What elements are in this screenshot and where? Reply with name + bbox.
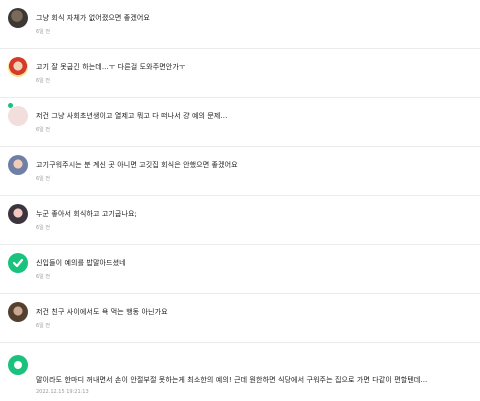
comment-text: 말이라도 한마디 꺼내면서 손이 안절부절 못하는게 최소한의 예의! 근데 뭔…: [36, 376, 428, 384]
comment-item[interactable]: 저건 그냥 사회초년생이고 열제고 뭐고 다 떠나서 걍 예의 문제... 6일…: [0, 98, 480, 147]
comment-item[interactable]: 말이라도 한마디 꺼내면서 손이 안절부절 못하는게 최소한의 예의! 근데 뭔…: [0, 343, 480, 401]
comment-time: 6일 전: [36, 323, 50, 329]
comment-text: 고기 잘 못굽긴 하는데...ㅜ 다른걸 도와주면안가ㅜ: [36, 63, 186, 71]
comment-text: 저건 그냥 사회초년생이고 열제고 뭐고 다 떠나서 걍 예의 문제...: [36, 112, 228, 120]
comment-time: 6일 전: [36, 29, 50, 35]
comment-item[interactable]: 고기 잘 못굽긴 하는데...ㅜ 다른걸 도와주면안가ㅜ 6일 전: [0, 49, 480, 98]
comment-item[interactable]: 그냥 회식 자체가 없어졌으면 좋겠어요 6일 전: [0, 0, 480, 49]
comment-time: 2022.12.15 19:21:13: [36, 389, 89, 395]
avatar[interactable]: [8, 204, 28, 224]
comment-time: 6일 전: [36, 176, 50, 182]
comment-list: 그냥 회식 자체가 없어졌으면 좋겠어요 6일 전 고기 잘 못굽긴 하는데..…: [0, 0, 480, 401]
comment-item[interactable]: 신입들이 예의를 밥말아드셨네 6일 전: [0, 245, 480, 294]
comment-text: 저건 친구 사이에서도 욕 먹는 행동 아닌가요: [36, 308, 168, 316]
comment-time: 6일 전: [36, 274, 50, 280]
avatar[interactable]: [8, 106, 28, 126]
avatar[interactable]: [8, 57, 28, 77]
default-profile-icon: [14, 361, 22, 369]
avatar[interactable]: [8, 253, 28, 273]
default-profile-icon: [12, 258, 24, 268]
avatar[interactable]: [8, 155, 28, 175]
comment-time: 6일 전: [36, 127, 50, 133]
avatar[interactable]: [8, 302, 28, 322]
comment-text: 누군 좋아서 회식하고 고기굽나요;: [36, 210, 137, 218]
comment-item[interactable]: 저건 친구 사이에서도 욕 먹는 행동 아닌가요 6일 전: [0, 294, 480, 343]
comment-time: 6일 전: [36, 225, 50, 231]
comment-text: 그냥 회식 자체가 없어졌으면 좋겠어요: [36, 14, 150, 22]
avatar[interactable]: [8, 8, 28, 28]
comment-item[interactable]: 고기구워주시는 분 계신 곳 아니면 고깃집 회식은 안했으면 좋겠어요 6일 …: [0, 147, 480, 196]
comment-item[interactable]: 누군 좋아서 회식하고 고기굽나요; 6일 전: [0, 196, 480, 245]
avatar[interactable]: [8, 355, 28, 375]
comment-text: 신입들이 예의를 밥말아드셨네: [36, 259, 126, 267]
comment-time: 6일 전: [36, 78, 50, 84]
comment-text: 고기구워주시는 분 계신 곳 아니면 고깃집 회식은 안했으면 좋겠어요: [36, 161, 238, 169]
